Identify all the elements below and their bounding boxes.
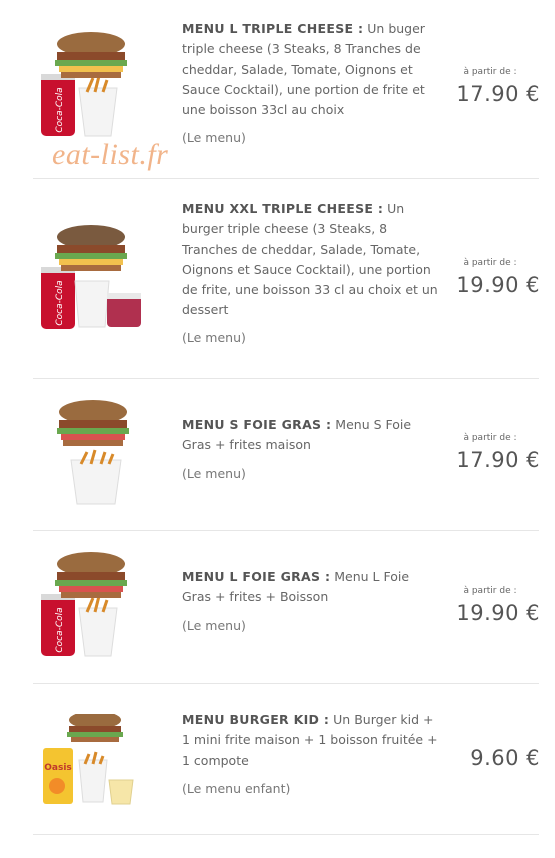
svg-text:Coca-Cola: Coca-Cola [55,607,65,652]
divider [33,378,539,379]
item-price: 9.60 € [470,746,540,770]
svg-text:Oasis: Oasis [44,763,72,773]
price-prefix: à partir de : [463,433,517,443]
item-name: MENU BURGER KID : [182,712,330,727]
menu-photo: Coca-Cola [41,552,127,657]
divider [33,834,539,835]
watermark: eat-list.fr [52,138,169,171]
menu-item[interactable]: Oasis MENU BURGER KID : Un Burger kid + … [0,684,555,858]
item-price: 19.90 € [456,601,540,625]
item-price: 19.90 € [456,273,540,297]
menu-item[interactable]: MENU S FOIE GRAS : Menu S Foie Gras + fr… [0,380,555,532]
item-description: Un burger triple cheese (3 Steaks, 8 Tra… [182,201,438,318]
item-name: MENU L TRIPLE CHEESE : [182,21,364,36]
item-name: MENU XXL TRIPLE CHEESE : [182,201,384,216]
divider [33,178,539,179]
menu-item[interactable]: Coca-Cola MENU L FOIE GRAS : Menu L Foie… [0,532,555,684]
item-subtitle: (Le menu) [182,130,246,145]
divider [33,530,539,531]
item-subtitle: (Le menu) [182,618,246,633]
item-name: MENU L FOIE GRAS : [182,569,331,584]
menu-photo: Coca-Cola [41,225,141,329]
item-name: MENU S FOIE GRAS : [182,417,332,432]
menu-photo [57,400,129,505]
item-price: 17.90 € [456,448,540,472]
price-prefix: à partir de : [463,258,517,268]
item-subtitle: (Le menu) [182,466,246,481]
item-subtitle: (Le menu enfant) [182,781,291,796]
menu-photo: Oasis [43,714,134,805]
svg-text:Coca-Cola: Coca-Cola [55,87,65,132]
svg-text:Coca-Cola: Coca-Cola [55,280,65,325]
price-prefix: à partir de : [463,67,517,77]
price-prefix: à partir de : [463,586,517,596]
item-subtitle: (Le menu) [182,330,246,345]
menu-item[interactable]: Coca-Cola MENU XXL TRIPLE CHEESE : Un bu… [0,180,555,380]
item-price: 17.90 € [456,82,540,106]
